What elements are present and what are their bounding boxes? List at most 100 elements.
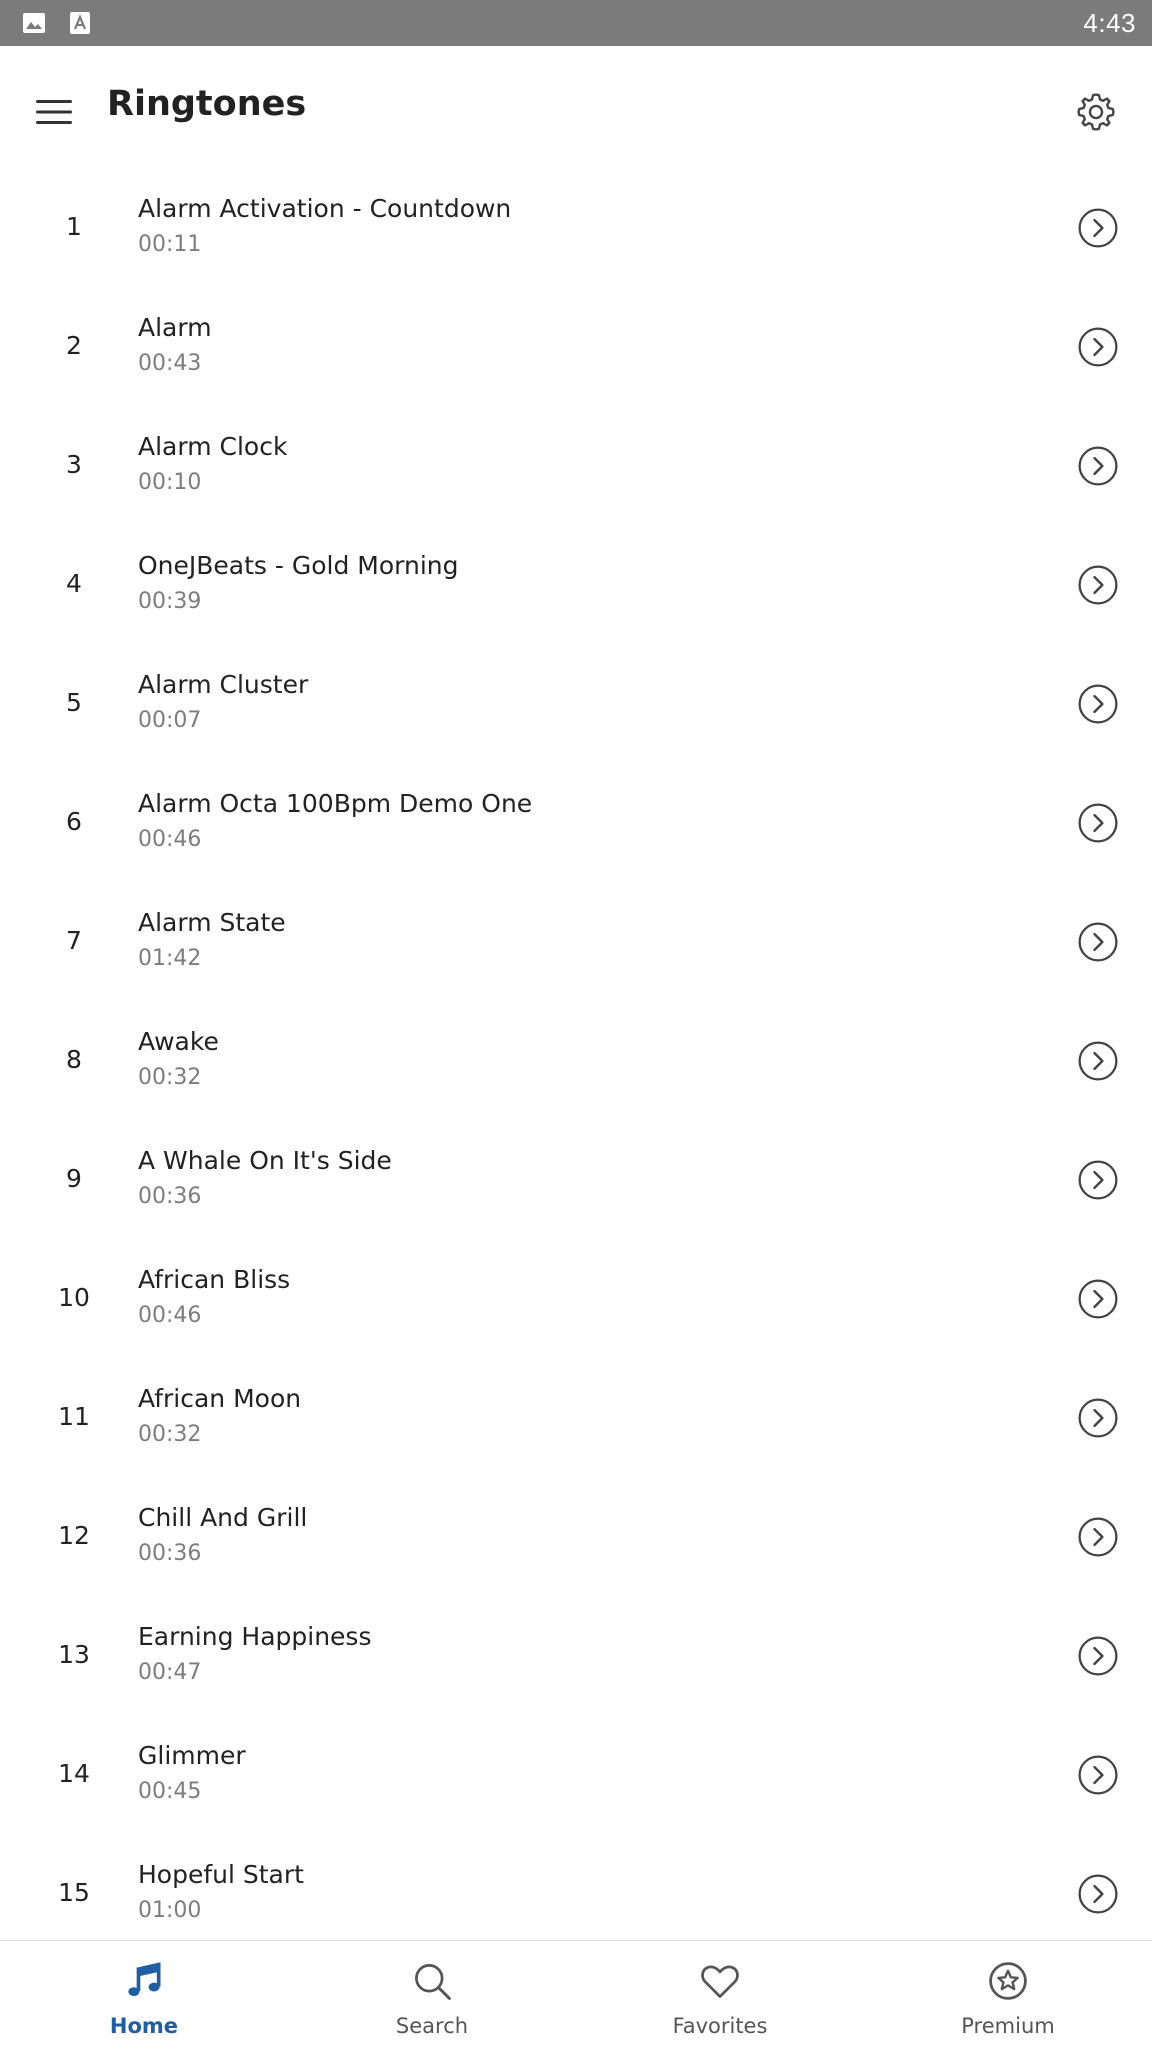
ringtone-title: Alarm	[138, 313, 212, 342]
music-note-icon	[122, 1959, 166, 2003]
app-bar: Ringtones	[0, 46, 1152, 170]
ringtone-duration: 00:39	[138, 589, 202, 614]
status-icons	[22, 11, 92, 35]
ringtone-number: 4	[66, 569, 82, 598]
ringtone-title: Alarm Octa 100Bpm Demo One	[138, 789, 533, 818]
ringtone-number: 1	[66, 212, 82, 241]
page-title: Ringtones	[107, 84, 307, 124]
chevron-right-circle-icon[interactable]	[1076, 682, 1120, 726]
chevron-right-circle-icon[interactable]	[1076, 1039, 1120, 1083]
ringtone-row[interactable]: 9 A Whale On It's Side 00:36	[0, 1120, 1152, 1239]
ringtone-title: OneJBeats - Gold Morning	[138, 551, 459, 580]
ringtone-row[interactable]: 2 Alarm 00:43	[0, 287, 1152, 406]
chevron-right-circle-icon[interactable]	[1076, 920, 1120, 964]
ringtone-duration: 00:32	[138, 1065, 202, 1090]
ringtone-duration: 00:46	[138, 1303, 202, 1328]
ringtone-number: 15	[58, 1878, 90, 1907]
ringtone-row[interactable]: 4 OneJBeats - Gold Morning 00:39	[0, 525, 1152, 644]
ringtone-title: Alarm Cluster	[138, 670, 309, 699]
ringtone-title: African Moon	[138, 1384, 302, 1413]
ringtone-title: Alarm Activation - Countdown	[138, 194, 512, 223]
ringtone-duration: 00:32	[138, 1422, 202, 1447]
nav-premium-label: Premium	[961, 2014, 1055, 2038]
a-icon	[68, 11, 92, 35]
ringtone-row[interactable]: 1 Alarm Activation - Countdown 00:11	[0, 168, 1152, 287]
nav-premium[interactable]: Premium	[864, 1941, 1152, 2049]
chevron-right-circle-icon[interactable]	[1076, 563, 1120, 607]
settings-button[interactable]	[1066, 84, 1126, 144]
ringtone-title: Chill And Grill	[138, 1503, 308, 1532]
chevron-right-circle-icon[interactable]	[1076, 325, 1120, 369]
bottom-nav: Home Search Favorites Premium	[0, 1940, 1152, 2049]
ringtone-number: 10	[58, 1283, 90, 1312]
ringtone-duration: 00:10	[138, 470, 202, 495]
ringtone-title: A Whale On It's Side	[138, 1146, 392, 1175]
hamburger-menu-icon	[34, 97, 74, 131]
nav-favorites[interactable]: Favorites	[576, 1941, 864, 2049]
star-badge-icon	[986, 1959, 1030, 2003]
chevron-right-circle-icon[interactable]	[1076, 1753, 1120, 1797]
ringtone-duration: 00:43	[138, 351, 202, 376]
ringtone-number: 8	[66, 1045, 82, 1074]
image-icon	[22, 11, 46, 35]
chevron-right-circle-icon[interactable]	[1076, 1277, 1120, 1321]
ringtone-row[interactable]: 12 Chill And Grill 00:36	[0, 1477, 1152, 1596]
ringtone-title: Alarm State	[138, 908, 286, 937]
ringtone-row[interactable]: 14 Glimmer 00:45	[0, 1715, 1152, 1834]
ringtone-list: 1 Alarm Activation - Countdown 00:11 2 Alarm…	[0, 168, 1152, 1940]
nav-search-label: Search	[395, 2014, 469, 2038]
search-icon	[410, 1959, 454, 2003]
status-time: 4:43	[1083, 8, 1136, 38]
chevron-right-circle-icon[interactable]	[1076, 1515, 1120, 1559]
gear-icon	[1074, 90, 1118, 138]
chevron-right-circle-icon[interactable]	[1076, 1396, 1120, 1440]
chevron-right-circle-icon[interactable]	[1076, 801, 1120, 845]
ringtone-title: Alarm Clock	[138, 432, 288, 461]
ringtone-duration: 00:36	[138, 1541, 202, 1566]
ringtone-number: 7	[66, 926, 82, 955]
ringtone-number: 11	[58, 1402, 90, 1431]
ringtone-title: Awake	[138, 1027, 219, 1056]
ringtone-number: 12	[58, 1521, 90, 1550]
ringtone-row[interactable]: 6 Alarm Octa 100Bpm Demo One 00:46	[0, 763, 1152, 882]
ringtone-duration: 00:45	[138, 1779, 202, 1804]
ringtone-row[interactable]: 13 Earning Happiness 00:47	[0, 1596, 1152, 1715]
ringtone-title: Glimmer	[138, 1741, 246, 1770]
ringtone-duration: 00:36	[138, 1184, 202, 1209]
chevron-right-circle-icon[interactable]	[1076, 1158, 1120, 1202]
ringtone-duration: 00:11	[138, 232, 202, 257]
chevron-right-circle-icon[interactable]	[1076, 1872, 1120, 1916]
ringtone-row[interactable]: 7 Alarm State 01:42	[0, 882, 1152, 1001]
ringtone-duration: 00:47	[138, 1660, 202, 1685]
ringtone-duration: 00:46	[138, 827, 202, 852]
chevron-right-circle-icon[interactable]	[1076, 206, 1120, 250]
chevron-right-circle-icon[interactable]	[1076, 1634, 1120, 1678]
menu-button[interactable]	[26, 86, 82, 142]
ringtone-row[interactable]: 11 African Moon 00:32	[0, 1358, 1152, 1477]
status-bar: 4:43	[0, 0, 1152, 46]
nav-favorites-label: Favorites	[672, 2014, 768, 2038]
ringtone-duration: 01:42	[138, 946, 202, 971]
ringtone-number: 6	[66, 807, 82, 836]
chevron-right-circle-icon[interactable]	[1076, 444, 1120, 488]
nav-search[interactable]: Search	[288, 1941, 576, 2049]
ringtone-number: 2	[66, 331, 82, 360]
ringtone-title: Earning Happiness	[138, 1622, 372, 1651]
ringtone-title: African Bliss	[138, 1265, 291, 1294]
ringtone-number: 5	[66, 688, 82, 717]
nav-home-label: Home	[109, 2014, 179, 2038]
ringtone-row[interactable]: 8 Awake 00:32	[0, 1001, 1152, 1120]
ringtone-row[interactable]: 3 Alarm Clock 00:10	[0, 406, 1152, 525]
ringtone-row[interactable]: 15 Hopeful Start 01:00	[0, 1834, 1152, 1940]
heart-icon	[698, 1959, 742, 2003]
nav-home[interactable]: Home	[0, 1941, 288, 2049]
ringtone-number: 9	[66, 1164, 82, 1193]
ringtone-title: Hopeful Start	[138, 1860, 304, 1889]
ringtone-duration: 01:00	[138, 1898, 202, 1923]
ringtone-number: 14	[58, 1759, 90, 1788]
ringtone-number: 13	[58, 1640, 90, 1669]
ringtone-row[interactable]: 5 Alarm Cluster 00:07	[0, 644, 1152, 763]
ringtone-duration: 00:07	[138, 708, 202, 733]
ringtone-row[interactable]: 10 African Bliss 00:46	[0, 1239, 1152, 1358]
ringtone-number: 3	[66, 450, 82, 479]
